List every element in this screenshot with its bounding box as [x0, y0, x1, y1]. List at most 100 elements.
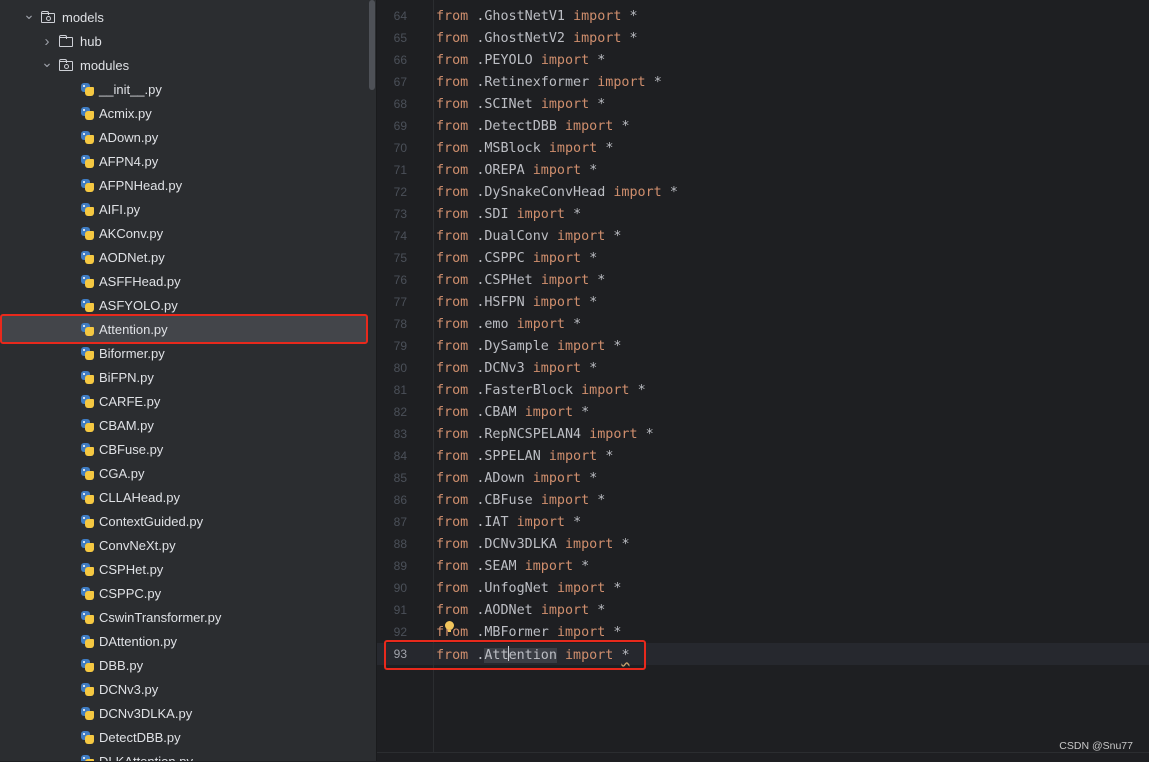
code-line[interactable]: 92 from .MBFormer import *: [377, 621, 1149, 643]
line-number[interactable]: 73: [377, 207, 407, 221]
line-number[interactable]: 86: [377, 493, 407, 507]
code-line[interactable]: 73 from .SDI import *: [377, 203, 1149, 225]
line-number[interactable]: 83: [377, 427, 407, 441]
code-text[interactable]: from .AODNet import *: [436, 603, 605, 618]
code-line[interactable]: 91 from .AODNet import *: [377, 599, 1149, 621]
code-line[interactable]: 77 from .HSFPN import *: [377, 291, 1149, 313]
code-text[interactable]: from .CBAM import *: [436, 405, 589, 420]
chevron-down-icon[interactable]: ⌄: [22, 6, 36, 23]
line-number[interactable]: 64: [377, 9, 407, 23]
line-number[interactable]: 79: [377, 339, 407, 353]
code-text[interactable]: from .SPPELAN import *: [436, 449, 613, 464]
tree-file[interactable]: ConvNeXt.py: [0, 533, 368, 557]
line-number[interactable]: 74: [377, 229, 407, 243]
tree-file[interactable]: AODNet.py: [0, 245, 368, 269]
tree-folder-modules[interactable]: ⌄ modules: [0, 53, 368, 77]
line-number[interactable]: 80: [377, 361, 407, 375]
line-number[interactable]: 82: [377, 405, 407, 419]
line-number[interactable]: 65: [377, 31, 407, 45]
tree-file[interactable]: CBAM.py: [0, 413, 368, 437]
code-line[interactable]: 74 from .DualConv import *: [377, 225, 1149, 247]
line-number[interactable]: 66: [377, 53, 407, 67]
tree-file[interactable]: ASFFHead.py: [0, 269, 368, 293]
project-tree-scrollbar[interactable]: [368, 0, 376, 761]
line-number[interactable]: 78: [377, 317, 407, 331]
code-line[interactable]: 90 from .UnfogNet import *: [377, 577, 1149, 599]
code-line[interactable]: 89 from .SEAM import *: [377, 555, 1149, 577]
code-text[interactable]: from .DCNv3DLKA import *: [436, 537, 630, 552]
line-number[interactable]: 93: [377, 647, 407, 661]
line-number[interactable]: 70: [377, 141, 407, 155]
code-text[interactable]: from .HSFPN import *: [436, 295, 597, 310]
code-line[interactable]: 68 from .SCINet import *: [377, 93, 1149, 115]
code-text[interactable]: from .DCNv3 import *: [436, 361, 597, 376]
tree-file[interactable]: CLLAHead.py: [0, 485, 368, 509]
tree-file[interactable]: CARFE.py: [0, 389, 368, 413]
code-line[interactable]: 70 from .MSBlock import *: [377, 137, 1149, 159]
code-text[interactable]: from .SCINet import *: [436, 97, 605, 112]
line-number[interactable]: 75: [377, 251, 407, 265]
code-text[interactable]: from .CSPHet import *: [436, 273, 605, 288]
code-line[interactable]: 66 from .PEYOLO import *: [377, 49, 1149, 71]
code-text[interactable]: from .SDI import *: [436, 207, 581, 222]
code-line[interactable]: 72 from .DySnakeConvHead import *: [377, 181, 1149, 203]
code-line[interactable]: 88 from .DCNv3DLKA import *: [377, 533, 1149, 555]
tree-file[interactable]: DCNv3.py: [0, 677, 368, 701]
code-text[interactable]: from .ADown import *: [436, 471, 597, 486]
tree-file[interactable]: ADown.py: [0, 125, 368, 149]
tree-file[interactable]: CSPHet.py: [0, 557, 368, 581]
chevron-right-icon[interactable]: ›: [40, 33, 54, 50]
tree-file[interactable]: CBFuse.py: [0, 437, 368, 461]
code-editor[interactable]: 64 from .GhostNetV1 import * 65 from .Ghost…: [377, 0, 1149, 761]
code-line[interactable]: 65 from .GhostNetV2 import *: [377, 27, 1149, 49]
code-line[interactable]: 93 from .Attention import *: [377, 643, 1149, 665]
line-number[interactable]: 89: [377, 559, 407, 573]
line-number[interactable]: 92: [377, 625, 407, 639]
tree-file[interactable]: AFPN4.py: [0, 149, 368, 173]
code-text[interactable]: from .MSBlock import *: [436, 141, 613, 156]
tree-folder-hub[interactable]: › hub: [0, 29, 368, 53]
tree-file[interactable]: AFPNHead.py: [0, 173, 368, 197]
line-number[interactable]: 68: [377, 97, 407, 111]
tree-file[interactable]: DAttention.py: [0, 629, 368, 653]
code-line[interactable]: 79 from .DySample import *: [377, 335, 1149, 357]
tree-file[interactable]: CswinTransformer.py: [0, 605, 368, 629]
code-line[interactable]: 75 from .CSPPC import *: [377, 247, 1149, 269]
tree-file[interactable]: Attention.py: [0, 314, 368, 344]
line-number[interactable]: 67: [377, 75, 407, 89]
code-text[interactable]: from .GhostNetV2 import *: [436, 31, 638, 46]
tree-file[interactable]: DLKAttention.py: [0, 749, 368, 761]
code-text[interactable]: from .DualConv import *: [436, 229, 621, 244]
code-text[interactable]: from .DySnakeConvHead import *: [436, 185, 678, 200]
line-number[interactable]: 84: [377, 449, 407, 463]
code-line[interactable]: 69 from .DetectDBB import *: [377, 115, 1149, 137]
tree-file[interactable]: Acmix.py: [0, 101, 368, 125]
line-number[interactable]: 90: [377, 581, 407, 595]
tree-file[interactable]: DCNv3DLKA.py: [0, 701, 368, 725]
code-line[interactable]: 86 from .CBFuse import *: [377, 489, 1149, 511]
line-number[interactable]: 72: [377, 185, 407, 199]
line-number[interactable]: 85: [377, 471, 407, 485]
code-line[interactable]: 83 from .RepNCSPELAN4 import *: [377, 423, 1149, 445]
line-number[interactable]: 69: [377, 119, 407, 133]
code-text[interactable]: from .GhostNetV1 import *: [436, 9, 638, 24]
code-line[interactable]: 67 from .Retinexformer import *: [377, 71, 1149, 93]
code-text[interactable]: from .DetectDBB import *: [436, 119, 630, 134]
line-number[interactable]: 87: [377, 515, 407, 529]
line-number[interactable]: 81: [377, 383, 407, 397]
tree-file[interactable]: Biformer.py: [0, 341, 368, 365]
line-number[interactable]: 91: [377, 603, 407, 617]
code-line[interactable]: 81 from .FasterBlock import *: [377, 379, 1149, 401]
code-text[interactable]: from .DySample import *: [436, 339, 621, 354]
code-text[interactable]: from .CBFuse import *: [436, 493, 605, 508]
code-text[interactable]: from .IAT import *: [436, 515, 581, 530]
tree-file[interactable]: AKConv.py: [0, 221, 368, 245]
line-number[interactable]: 77: [377, 295, 407, 309]
code-text[interactable]: from .MBFormer import *: [436, 625, 621, 640]
code-text[interactable]: from .CSPPC import *: [436, 251, 597, 266]
code-line[interactable]: 87 from .IAT import *: [377, 511, 1149, 533]
code-text[interactable]: from .Retinexformer import *: [436, 75, 662, 90]
code-text[interactable]: from .emo import *: [436, 317, 581, 332]
project-tree-scroll-thumb[interactable]: [369, 0, 375, 90]
tree-file[interactable]: AIFI.py: [0, 197, 368, 221]
